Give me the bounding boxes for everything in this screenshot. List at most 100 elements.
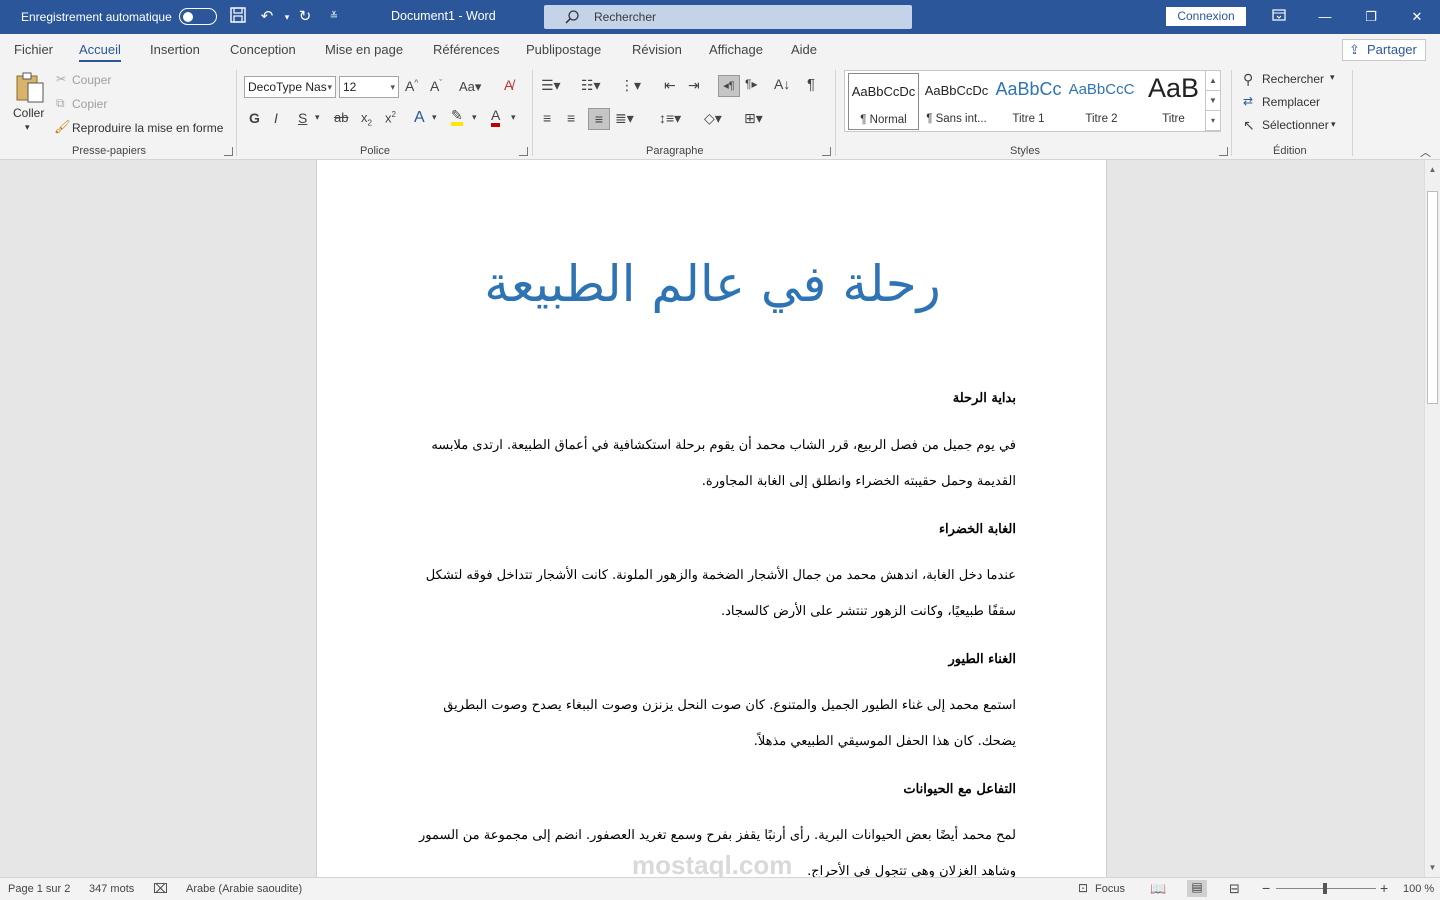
style-title[interactable]: AaB Titre: [1138, 73, 1209, 130]
tab-publipostage[interactable]: Publipostage: [526, 42, 601, 57]
highlight-icon[interactable]: ✎: [451, 108, 463, 126]
customize-toolbar-icon[interactable]: ≚: [323, 6, 345, 28]
strikethrough-icon[interactable]: ab: [334, 110, 348, 125]
read-mode-icon[interactable]: 📖: [1150, 881, 1166, 897]
bullets-icon[interactable]: ☰▾: [541, 77, 561, 94]
clear-formatting-icon[interactable]: A̸: [504, 77, 513, 93]
redo-icon[interactable]: ↻: [294, 6, 316, 28]
style-heading-2[interactable]: AaBbCcC Titre 2: [1066, 73, 1137, 130]
replace-button[interactable]: Remplacer: [1262, 95, 1320, 109]
tab-fichier[interactable]: Fichier: [14, 42, 53, 57]
tab-references[interactable]: Références: [433, 42, 499, 57]
tab-mise-en-page[interactable]: Mise en page: [325, 42, 403, 57]
vertical-scrollbar[interactable]: ▲ ▼: [1424, 160, 1440, 877]
change-case-icon[interactable]: Aa▾: [459, 79, 481, 95]
proofing-icon[interactable]: ⌧: [153, 881, 168, 897]
tab-insertion[interactable]: Insertion: [150, 42, 200, 57]
undo-icon[interactable]: ↶: [256, 6, 278, 28]
word-count[interactable]: 347 mots: [89, 883, 134, 895]
more-styles-icon[interactable]: ▾: [1206, 111, 1220, 131]
zoom-level[interactable]: 100 %: [1403, 883, 1434, 895]
tab-conception[interactable]: Conception: [230, 42, 296, 57]
text-effects-dropdown-icon[interactable]: ▾: [432, 112, 437, 123]
numbering-icon[interactable]: ☷▾: [581, 77, 601, 94]
format-painter-button[interactable]: Reproduire la mise en forme: [72, 121, 223, 135]
language-indicator[interactable]: Arabe (Arabie saoudite): [186, 883, 302, 895]
zoom-slider-thumb[interactable]: [1323, 883, 1327, 894]
style-normal[interactable]: AaBbCcDc ¶ Normal: [848, 73, 919, 130]
font-name-combo[interactable]: DecoType Nas ▾: [244, 76, 336, 98]
restore-icon[interactable]: ❐: [1348, 4, 1394, 30]
superscript-icon[interactable]: x2: [385, 110, 396, 125]
find-dropdown-icon[interactable]: ▾: [1330, 72, 1335, 83]
align-left-icon[interactable]: ≡: [543, 110, 551, 126]
shading-icon[interactable]: ◇▾: [704, 110, 722, 127]
chevron-down-icon[interactable]: ▼: [1206, 91, 1220, 111]
sort-icon[interactable]: A↓: [774, 76, 790, 92]
section-body: عندما دخل الغابة، اندهش محمد من جمال الأ…: [425, 568, 1016, 619]
ltr-direction-icon[interactable]: ¶▸: [745, 77, 757, 91]
page-count[interactable]: Page 1 sur 2: [8, 883, 70, 895]
style-no-spacing[interactable]: AaBbCcDc ¶ Sans int...: [921, 73, 992, 130]
scrollbar-thumb[interactable]: [1427, 191, 1438, 404]
line-spacing-icon[interactable]: ↕≡▾: [659, 110, 681, 127]
ribbon-display-options-icon[interactable]: [1256, 4, 1302, 30]
tab-accueil[interactable]: Accueil: [79, 42, 121, 62]
highlight-dropdown-icon[interactable]: ▾: [472, 112, 477, 123]
web-layout-icon[interactable]: ⊟: [1229, 881, 1240, 897]
section-heading: الغناء الطيور: [948, 652, 1016, 667]
justify-icon[interactable]: ≣▾: [615, 110, 634, 127]
shrink-font-icon[interactable]: Aˇ: [430, 78, 442, 94]
autosave-toggle[interactable]: [179, 8, 217, 25]
font-color-icon[interactable]: A: [491, 108, 501, 127]
scroll-up-icon[interactable]: ▲: [1425, 163, 1440, 177]
close-icon[interactable]: ✕: [1394, 4, 1440, 30]
show-paragraph-marks-icon[interactable]: ¶: [807, 76, 815, 93]
borders-icon[interactable]: ⊞▾: [744, 110, 763, 127]
italic-icon[interactable]: I: [274, 110, 278, 126]
document-page[interactable]: رحلة في عالم الطبيعة بداية الرحلة في يوم…: [316, 160, 1107, 877]
paste-dropdown-icon[interactable]: ▾: [25, 122, 30, 133]
paragraph-launcher-icon[interactable]: [822, 147, 831, 156]
style-heading-1[interactable]: AaBbCc Titre 1: [993, 73, 1064, 130]
tab-revision[interactable]: Révision: [632, 42, 682, 57]
increase-indent-icon[interactable]: ⇥: [688, 77, 700, 94]
paste-icon[interactable]: [14, 70, 46, 104]
font-color-dropdown-icon[interactable]: ▾: [511, 112, 516, 123]
rtl-direction-icon[interactable]: ◂¶: [718, 75, 740, 97]
select-dropdown-icon[interactable]: ▾: [1331, 119, 1336, 130]
chevron-up-icon[interactable]: ▲: [1206, 71, 1220, 91]
paste-label[interactable]: Coller: [13, 106, 44, 120]
copy-button[interactable]: Copier: [72, 97, 107, 111]
save-icon[interactable]: [227, 6, 249, 28]
tab-aide[interactable]: Aide: [791, 42, 817, 57]
grow-font-icon[interactable]: A^: [405, 78, 418, 94]
font-size-combo[interactable]: 12 ▾: [339, 76, 399, 98]
zoom-out-icon[interactable]: −: [1262, 880, 1270, 896]
scroll-down-icon[interactable]: ▼: [1425, 861, 1440, 875]
select-button[interactable]: Sélectionner: [1262, 118, 1329, 132]
share-button[interactable]: ⇪ Partager: [1342, 39, 1426, 61]
underline-icon[interactable]: S: [298, 110, 307, 126]
minimize-icon[interactable]: —: [1302, 4, 1348, 30]
align-right-icon[interactable]: ≡: [588, 108, 610, 130]
decrease-indent-icon[interactable]: ⇤: [664, 77, 676, 94]
focus-button[interactable]: Focus: [1095, 883, 1125, 895]
signin-button[interactable]: Connexion: [1166, 7, 1246, 26]
search-box[interactable]: Rechercher: [544, 5, 912, 29]
cut-button[interactable]: Couper: [72, 73, 111, 87]
align-center-icon[interactable]: ≡: [567, 110, 575, 126]
styles-launcher-icon[interactable]: [1219, 147, 1228, 156]
collapse-ribbon-icon[interactable]: ︿: [1420, 144, 1431, 160]
tab-affichage[interactable]: Affichage: [709, 42, 763, 57]
subscript-icon[interactable]: x2: [361, 110, 372, 128]
bold-icon[interactable]: G: [249, 110, 260, 126]
font-launcher-icon[interactable]: [519, 147, 528, 156]
text-effects-icon[interactable]: A: [414, 109, 425, 127]
print-layout-icon[interactable]: ▤: [1187, 880, 1207, 897]
zoom-in-icon[interactable]: +: [1380, 880, 1388, 896]
clipboard-launcher-icon[interactable]: [224, 147, 233, 156]
find-button[interactable]: Rechercher: [1262, 72, 1324, 86]
multilevel-list-icon[interactable]: ⋮▾: [620, 77, 641, 94]
underline-dropdown-icon[interactable]: ▾: [315, 112, 320, 123]
